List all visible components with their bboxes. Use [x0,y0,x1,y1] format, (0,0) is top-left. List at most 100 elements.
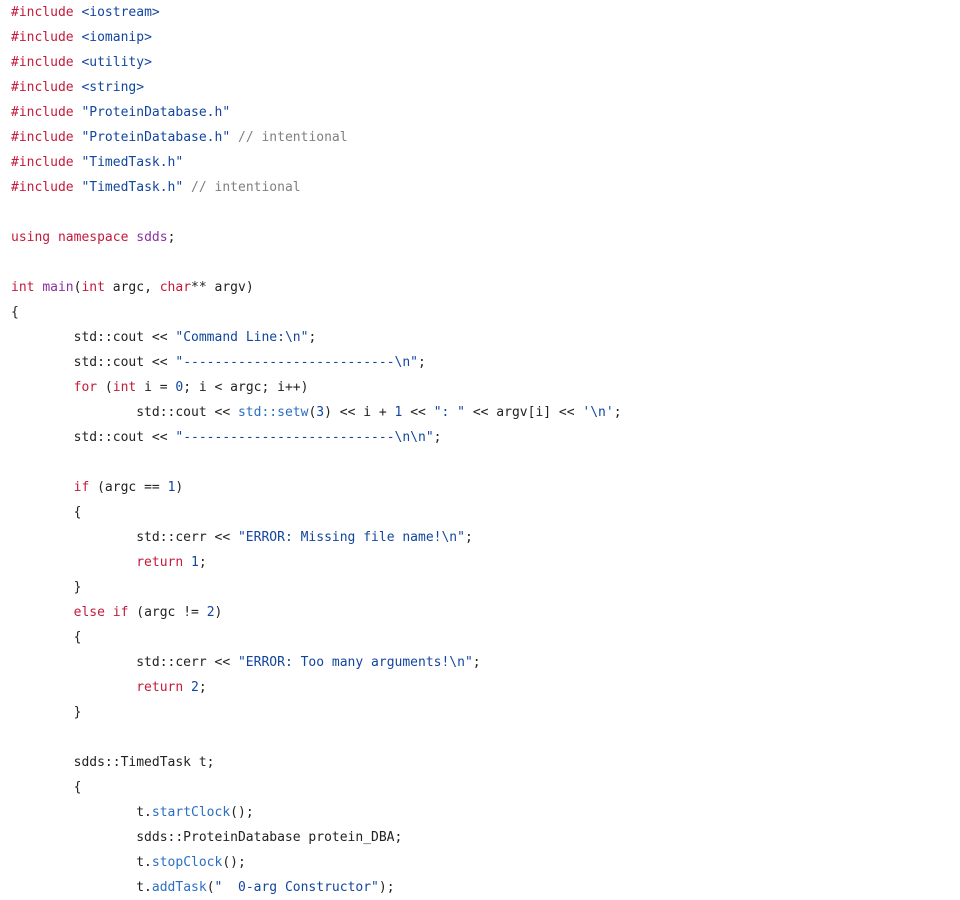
code-token-txt: t. [11,855,152,870]
code-token-fn: startClock [151,805,231,820]
code-token-ns: sdds [136,230,168,245]
code-token-txt: sdds::TimedTask t; [11,755,215,770]
code-line[interactable]: t.addTask(" 0-arg Constructor"); [11,875,960,900]
code-line[interactable]: std::cout << "--------------------------… [11,350,960,375]
code-token-kw: if [112,605,129,620]
code-token-txt: ; [613,405,622,420]
code-line[interactable]: #include <iomanip> [11,25,960,50]
code-token-txt: std::cout << [11,405,238,420]
code-token-txt: std::cout << [11,355,176,370]
code-token-str: <iomanip> [81,30,152,45]
code-token-txt: t. [11,805,152,820]
code-token-str: ": " [433,405,465,420]
code-line[interactable]: sdds::ProteinDatabase protein_DBA; [11,825,960,850]
code-line[interactable]: { [11,625,960,650]
code-line[interactable]: for (int i = 0; i < argc; i++) [11,375,960,400]
code-token-txt: ; [198,680,207,695]
code-token-txt: ) [175,480,184,495]
code-token-txt: std::cout << [11,330,176,345]
code-line[interactable]: { [11,300,960,325]
code-token-kw: if [73,480,90,495]
code-line[interactable] [11,200,960,225]
code-token-str: "ProteinDatabase.h" [81,105,231,120]
code-token-str: "ERROR: Missing file name!\n" [237,530,465,545]
code-line[interactable]: #include <iostream> [11,0,960,25]
code-line[interactable]: t.stopClock(); [11,850,960,875]
code-line[interactable] [11,725,960,750]
code-line[interactable]: return 1; [11,550,960,575]
code-token-kw: int [81,280,105,295]
code-token-txt: { [11,630,82,645]
code-line[interactable]: if (argc == 1) [11,475,960,500]
code-token-txt: i = [136,380,176,395]
code-token-txt: { [11,780,82,795]
code-line[interactable] [11,250,960,275]
code-line[interactable]: #include "TimedTask.h" // intentional [11,175,960,200]
code-token-kw: else [73,605,105,620]
code-token-str: '\n' [582,405,614,420]
code-editor-view: #include <iostream> #include <iomanip> #in… [0,0,960,900]
code-token-txt: << argv[i] << [465,405,583,420]
code-token-txt: ; [418,355,426,370]
code-line[interactable]: std::cout << "Command Line:\n"; [11,325,960,350]
code-line[interactable]: #include <string> [11,75,960,100]
code-token-txt: (argc != [128,605,207,620]
code-token-num: 3 [316,405,325,420]
code-token-num: 2 [191,680,199,695]
code-token-str: "TimedTask.h" [81,155,184,170]
code-token-txt: sdds::ProteinDatabase protein_DBA; [11,830,403,845]
code-line[interactable]: std::cerr << "ERROR: Too many arguments!… [11,650,960,675]
code-token-pre: #include [11,30,74,45]
code-token-pre: #include [11,155,74,170]
code-line[interactable]: sdds::TimedTask t; [11,750,960,775]
code-line[interactable]: int main(int argc, char** argv) [11,275,960,300]
code-token-str: <iostream> [81,5,160,20]
code-token-kw: namespace [57,230,129,245]
code-token-kw: using [11,230,51,245]
code-line[interactable]: } [11,575,960,600]
code-line[interactable]: using namespace sdds; [11,225,960,250]
code-token-txt: argc, [104,280,160,295]
code-line[interactable]: { [11,500,960,525]
code-token-txt: ; [433,430,442,445]
code-line[interactable]: std::cout << "--------------------------… [11,425,960,450]
code-line[interactable]: std::cout << std::setw(3) << i + 1 << ":… [11,400,960,425]
code-line[interactable] [11,450,960,475]
code-token-cmt: // intentional [238,130,348,145]
code-token-fn: std::setw [237,405,309,420]
code-token-txt: } [11,705,82,720]
code-token-str: <utility> [81,55,152,70]
code-token-kw: char [159,280,192,295]
code-token-str: "---------------------------\n\n" [175,430,434,445]
code-token-pre: #include [11,80,74,95]
code-token-ns: main [42,280,74,295]
code-token-cmt: // intentional [191,180,301,195]
code-token-txt: ; [464,530,473,545]
code-token-txt: ) [214,605,223,620]
code-token-txt: { [11,505,82,520]
code-token-str: "ProteinDatabase.h" [81,130,231,145]
code-line[interactable]: t.startClock(); [11,800,960,825]
code-line[interactable]: else if (argc != 2) [11,600,960,625]
code-token-txt: ( [97,380,113,395]
code-line[interactable]: std::cerr << "ERROR: Missing file name!\… [11,525,960,550]
code-line[interactable]: } [11,700,960,725]
code-token-txt: { [11,305,19,320]
code-line[interactable]: #include "TimedTask.h" [11,150,960,175]
code-line[interactable]: #include <utility> [11,50,960,75]
code-line[interactable]: return 2; [11,675,960,700]
code-token-kw: int [112,380,137,395]
code-line[interactable]: #include "ProteinDatabase.h" [11,100,960,125]
code-token-num: 2 [206,605,215,620]
code-line[interactable]: #include "ProteinDatabase.h" // intentio… [11,125,960,150]
code-token-txt: ** argv) [191,280,254,295]
code-line[interactable]: { [11,775,960,800]
code-token-kw: for [73,380,98,395]
code-token-str: <string> [81,80,145,95]
